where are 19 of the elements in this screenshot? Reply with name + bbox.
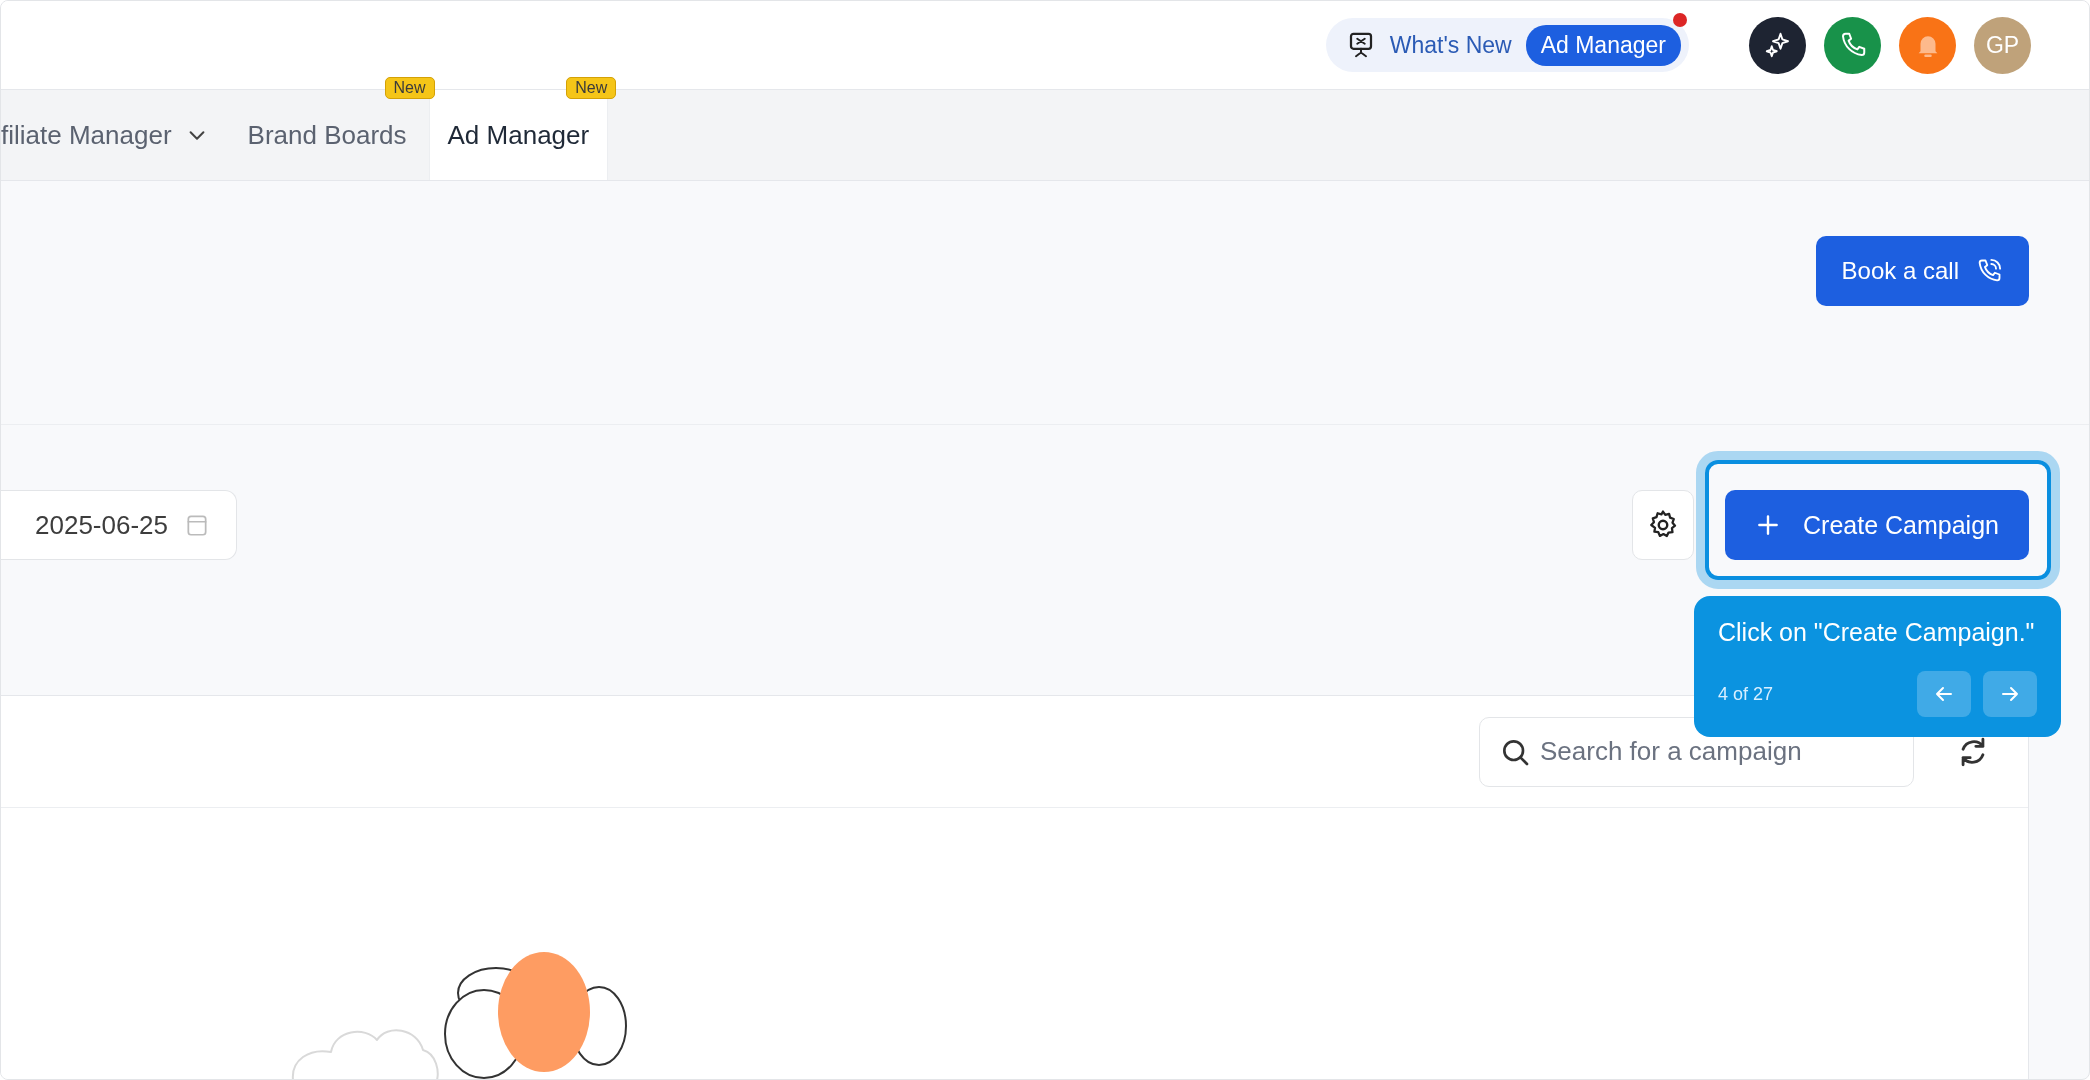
date-field[interactable]: 2025-06-25 [1, 490, 237, 560]
announcement-pill[interactable]: What's New Ad Manager [1325, 18, 1689, 72]
product-tag: Ad Manager [1525, 24, 1681, 66]
settings-button[interactable] [1632, 490, 1694, 560]
phone-button[interactable] [1824, 16, 1881, 74]
new-badge: New [566, 77, 617, 99]
nav-tab[interactable]: filiate Manager [1, 90, 228, 180]
whats-new-label: What's New [1389, 31, 1512, 59]
previous-button[interactable] [1917, 671, 1971, 717]
book-call-button[interactable]: Book a call [1815, 236, 2029, 306]
notifications-button[interactable] [1899, 16, 1956, 74]
plus-icon [1755, 512, 1781, 538]
new-badge: New [384, 77, 435, 99]
sparkle-button[interactable] [1749, 16, 1806, 74]
create-campaign-button[interactable]: Create Campaign [1725, 490, 2029, 560]
next-button[interactable] [1983, 671, 2037, 717]
tooltip-message: Click on "Create Campaign." [1718, 618, 2036, 647]
step-counter: 4 of 27 [1718, 683, 1775, 705]
calendar-icon [184, 512, 210, 538]
